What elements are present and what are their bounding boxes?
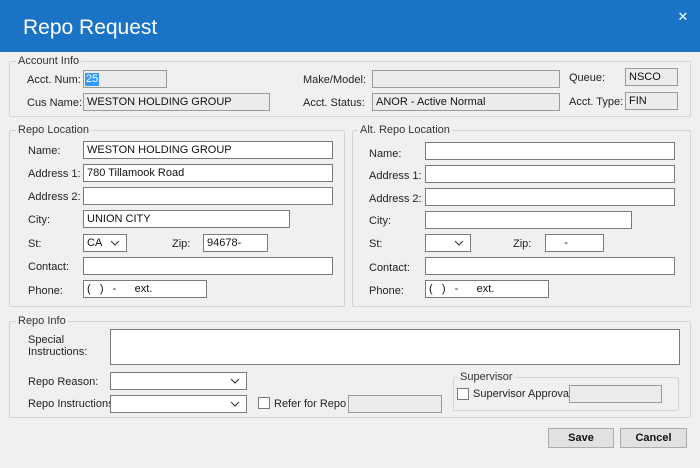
repo-phone-field[interactable] <box>83 280 207 298</box>
close-icon[interactable]: ✕ <box>674 8 692 26</box>
alt-st-label: St: <box>369 238 383 250</box>
alt-address1-label: Address 1: <box>369 170 422 182</box>
repo-phone-label: Phone: <box>28 285 63 297</box>
supervisor-approval-field[interactable] <box>569 385 662 403</box>
repo-city-label: City: <box>28 214 50 226</box>
refer-for-repo-field[interactable] <box>348 395 442 413</box>
refer-for-repo-checkbox[interactable] <box>258 397 270 409</box>
repo-name-field[interactable] <box>83 141 333 159</box>
repo-instructions-select[interactable] <box>110 395 247 413</box>
alt-address2-label: Address 2: <box>369 193 422 205</box>
acct-num-selection: 25 <box>85 73 99 86</box>
cus-name-label: Cus Name: <box>27 97 83 109</box>
alt-zip-label: Zip: <box>513 238 532 250</box>
alt-name-label: Name: <box>369 148 402 160</box>
chevron-down-icon <box>454 240 464 246</box>
repo-reason-select[interactable] <box>110 372 247 390</box>
supervisor-approval-label: Supervisor Approval <box>473 388 572 400</box>
alt-repo-location-legend: Alt. Repo Location <box>358 124 452 136</box>
supervisor-legend: Supervisor <box>458 371 515 383</box>
alt-city-label: City: <box>369 215 391 227</box>
repo-contact-label: Contact: <box>28 261 69 273</box>
alt-name-field[interactable] <box>425 142 675 160</box>
repo-address2-label: Address 2: <box>28 191 81 203</box>
chevron-down-icon <box>110 240 120 246</box>
repo-address2-field[interactable] <box>83 187 333 205</box>
alt-address2-field[interactable] <box>425 188 675 206</box>
acct-status-field[interactable] <box>372 93 560 111</box>
acct-num-label: Acct. Num: <box>27 74 81 86</box>
alt-contact-field[interactable] <box>425 257 675 275</box>
repo-info-legend: Repo Info <box>16 315 68 327</box>
chevron-down-icon <box>230 401 240 407</box>
queue-field[interactable] <box>625 68 678 86</box>
make-model-label: Make/Model: <box>303 74 366 86</box>
account-info-legend: Account Info <box>16 55 82 67</box>
acct-type-field[interactable] <box>625 92 678 110</box>
special-instructions-label-2: Instructions: <box>28 346 88 358</box>
repo-instructions-label: Repo Instructions: <box>28 398 117 410</box>
repo-zip-label: Zip: <box>172 238 191 250</box>
repo-location-legend: Repo Location <box>16 124 91 136</box>
supervisor-approval-checkbox[interactable] <box>457 388 469 400</box>
cancel-button[interactable]: Cancel <box>620 428 687 448</box>
alt-phone-label: Phone: <box>369 285 404 297</box>
repo-st-select[interactable]: CA <box>83 234 127 252</box>
chevron-down-icon <box>230 378 240 384</box>
repo-zip-field[interactable] <box>203 234 268 252</box>
special-instructions-field[interactable] <box>110 329 680 365</box>
save-button[interactable]: Save <box>548 428 614 448</box>
repo-address1-label: Address 1: <box>28 168 81 180</box>
repo-contact-field[interactable] <box>83 257 333 275</box>
alt-zip-field[interactable] <box>545 234 604 252</box>
alt-contact-label: Contact: <box>369 262 410 274</box>
repo-address1-field[interactable] <box>83 164 333 182</box>
queue-label: Queue: <box>569 72 606 84</box>
repo-name-label: Name: <box>28 145 61 157</box>
repo-st-value: CA <box>87 237 103 249</box>
refer-for-repo-label: Refer for Repo <box>274 398 347 410</box>
cus-name-field[interactable] <box>83 93 270 111</box>
window-title: Repo Request <box>23 16 158 39</box>
acct-status-label: Acct. Status: <box>303 97 365 109</box>
acct-type-label: Acct. Type: <box>569 96 624 108</box>
make-model-field[interactable] <box>372 70 560 88</box>
repo-reason-label: Repo Reason: <box>28 376 99 388</box>
alt-address1-field[interactable] <box>425 165 675 183</box>
alt-st-select[interactable] <box>425 234 471 252</box>
repo-city-field[interactable] <box>83 210 290 228</box>
repo-st-label: St: <box>28 238 42 250</box>
alt-city-field[interactable] <box>425 211 632 229</box>
alt-phone-field[interactable] <box>425 280 549 298</box>
